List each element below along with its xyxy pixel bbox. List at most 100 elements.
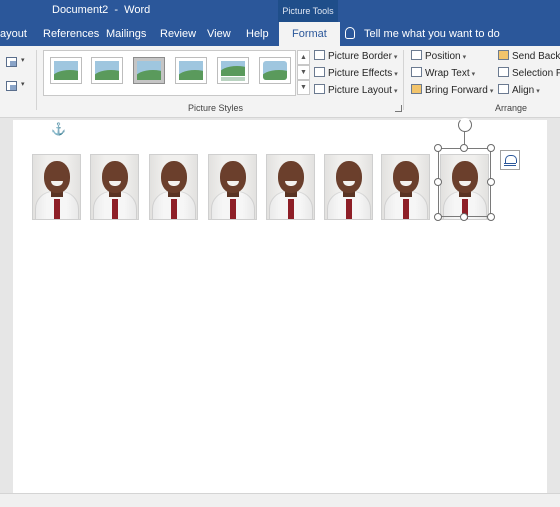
chevron-down-icon: ▾ bbox=[393, 88, 398, 95]
wrap-text-button[interactable]: Wrap Text ▾ bbox=[411, 66, 475, 82]
rotate-handle-icon[interactable] bbox=[458, 118, 472, 132]
selection-pane-label: Selection Pa bbox=[512, 68, 560, 79]
photo-shading bbox=[91, 155, 138, 219]
resize-handle-top-right[interactable] bbox=[487, 144, 495, 152]
chevron-down-icon: ▾ bbox=[21, 57, 25, 64]
picture-style-6[interactable] bbox=[259, 57, 291, 84]
ribbon: ▾ ▾ ▲ ▼ ▼ Picture Border ▾ Picture Effect… bbox=[0, 46, 560, 118]
position-label: Position bbox=[425, 51, 461, 62]
tab-help[interactable]: Help bbox=[246, 22, 269, 46]
document-area: ⚓ bbox=[0, 118, 560, 493]
photo-shading bbox=[150, 155, 197, 219]
layout-options-icon[interactable] bbox=[500, 150, 520, 170]
document-page[interactable]: ⚓ bbox=[13, 118, 547, 493]
anchor-icon: ⚓ bbox=[51, 122, 66, 136]
chevron-down-icon: ▾ bbox=[394, 71, 398, 78]
bring-forward-icon bbox=[411, 84, 422, 94]
tell-me-text: Tell me what you want to do bbox=[364, 28, 500, 40]
picture-border-label: Picture Border bbox=[328, 51, 392, 62]
chevron-down-icon: ▾ bbox=[462, 54, 467, 61]
ribbon-divider bbox=[36, 50, 37, 110]
tab-references[interactable]: References bbox=[43, 22, 99, 46]
selection-pane-button[interactable]: Selection Pa bbox=[498, 66, 560, 82]
gallery-scroll-down-button[interactable]: ▼ bbox=[297, 65, 310, 80]
style-simple-frame-white-icon bbox=[95, 61, 119, 80]
portrait-photo[interactable] bbox=[208, 154, 257, 220]
align-label: Align bbox=[512, 85, 535, 96]
picture-style-5[interactable] bbox=[217, 57, 249, 84]
picture-effects-icon bbox=[314, 67, 325, 77]
photo-shading bbox=[382, 155, 429, 219]
send-backward-label: Send Backw bbox=[512, 51, 560, 62]
arrange-group-label: Arrange bbox=[495, 103, 528, 113]
style-beveled-matte-icon bbox=[137, 61, 161, 80]
portrait-photo[interactable] bbox=[32, 154, 81, 220]
resize-handle-bottom[interactable] bbox=[460, 213, 468, 221]
resize-handle-bottom-left[interactable] bbox=[434, 213, 442, 221]
bring-forward-button[interactable]: Bring Forward ▾ bbox=[411, 83, 493, 99]
lightbulb-icon bbox=[345, 27, 355, 39]
chevron-down-icon: ▾ bbox=[393, 54, 398, 61]
align-icon bbox=[498, 84, 509, 94]
portrait-photo[interactable] bbox=[266, 154, 315, 220]
document-title: Document2 - Word bbox=[52, 4, 151, 16]
photo-shading bbox=[267, 155, 314, 219]
gallery-scroll-up-button[interactable]: ▲ bbox=[297, 50, 310, 65]
gallery-scroll: ▲ ▼ ▼ bbox=[297, 50, 310, 96]
picture-styles-gallery bbox=[43, 50, 296, 96]
tab-layout[interactable]: ayout bbox=[0, 22, 27, 46]
resize-handle-right[interactable] bbox=[487, 178, 495, 186]
adjust-button-1[interactable]: ▾ bbox=[6, 56, 28, 70]
picture-style-4[interactable] bbox=[175, 57, 207, 84]
ribbon-divider bbox=[403, 50, 404, 110]
selection-box bbox=[438, 148, 491, 217]
photo-shading bbox=[325, 155, 372, 219]
tab-format[interactable]: Format bbox=[279, 22, 340, 46]
tab-mailings[interactable]: Mailings bbox=[106, 22, 146, 46]
picture-border-icon bbox=[314, 50, 325, 60]
adjust-button-2[interactable]: ▾ bbox=[6, 80, 28, 94]
align-button[interactable]: Align ▾ bbox=[498, 83, 540, 99]
picture-styles-group-label: Picture Styles bbox=[188, 103, 244, 113]
bring-forward-label: Bring Forward bbox=[425, 85, 488, 96]
send-backward-button[interactable]: Send Backw bbox=[498, 49, 560, 65]
send-backward-icon bbox=[498, 50, 509, 60]
title-bar: Document2 - Word Picture Tools bbox=[0, 0, 560, 22]
picture-style-3-selected[interactable] bbox=[133, 57, 165, 84]
resize-handle-left[interactable] bbox=[434, 178, 442, 186]
wrap-text-label: Wrap Text bbox=[425, 68, 470, 79]
picture-effects-label: Picture Effects bbox=[328, 68, 393, 79]
selection-pane-icon bbox=[498, 67, 509, 77]
chevron-down-icon: ▾ bbox=[536, 88, 540, 95]
resize-handle-top-left[interactable] bbox=[434, 144, 442, 152]
portrait-photo[interactable] bbox=[149, 154, 198, 220]
picture-layout-button[interactable]: Picture Layout ▾ bbox=[314, 83, 397, 99]
gallery-more-button[interactable]: ▼ bbox=[297, 80, 310, 95]
tab-view[interactable]: View bbox=[207, 22, 231, 46]
picture-effects-button[interactable]: Picture Effects ▾ bbox=[314, 66, 398, 82]
picture-style-1[interactable] bbox=[50, 57, 82, 84]
portrait-photo[interactable] bbox=[324, 154, 373, 220]
reset-picture-icon bbox=[6, 81, 17, 91]
portrait-photo[interactable] bbox=[381, 154, 430, 220]
tab-review[interactable]: Review bbox=[160, 22, 196, 46]
status-bar bbox=[0, 493, 560, 507]
picture-style-2[interactable] bbox=[91, 57, 123, 84]
portrait-photo[interactable] bbox=[90, 154, 139, 220]
ribbon-tab-bar: ayout References Mailings Review View He… bbox=[0, 22, 560, 46]
dialog-launcher-icon[interactable] bbox=[395, 105, 402, 112]
position-button[interactable]: Position ▾ bbox=[411, 49, 466, 65]
change-picture-icon bbox=[6, 57, 17, 67]
photo-shading bbox=[33, 155, 80, 219]
resize-handle-bottom-right[interactable] bbox=[487, 213, 495, 221]
chevron-down-icon: ▾ bbox=[21, 81, 25, 88]
position-icon bbox=[411, 50, 422, 60]
picture-border-button[interactable]: Picture Border ▾ bbox=[314, 49, 397, 65]
resize-handle-top[interactable] bbox=[460, 144, 468, 152]
style-drop-shadow-icon bbox=[179, 61, 203, 80]
photo-shading bbox=[209, 155, 256, 219]
chevron-down-icon: ▾ bbox=[471, 71, 476, 78]
wrap-text-icon bbox=[411, 67, 422, 77]
style-simple-frame-icon bbox=[54, 61, 78, 80]
tell-me-search[interactable]: Tell me what you want to do bbox=[345, 22, 500, 46]
